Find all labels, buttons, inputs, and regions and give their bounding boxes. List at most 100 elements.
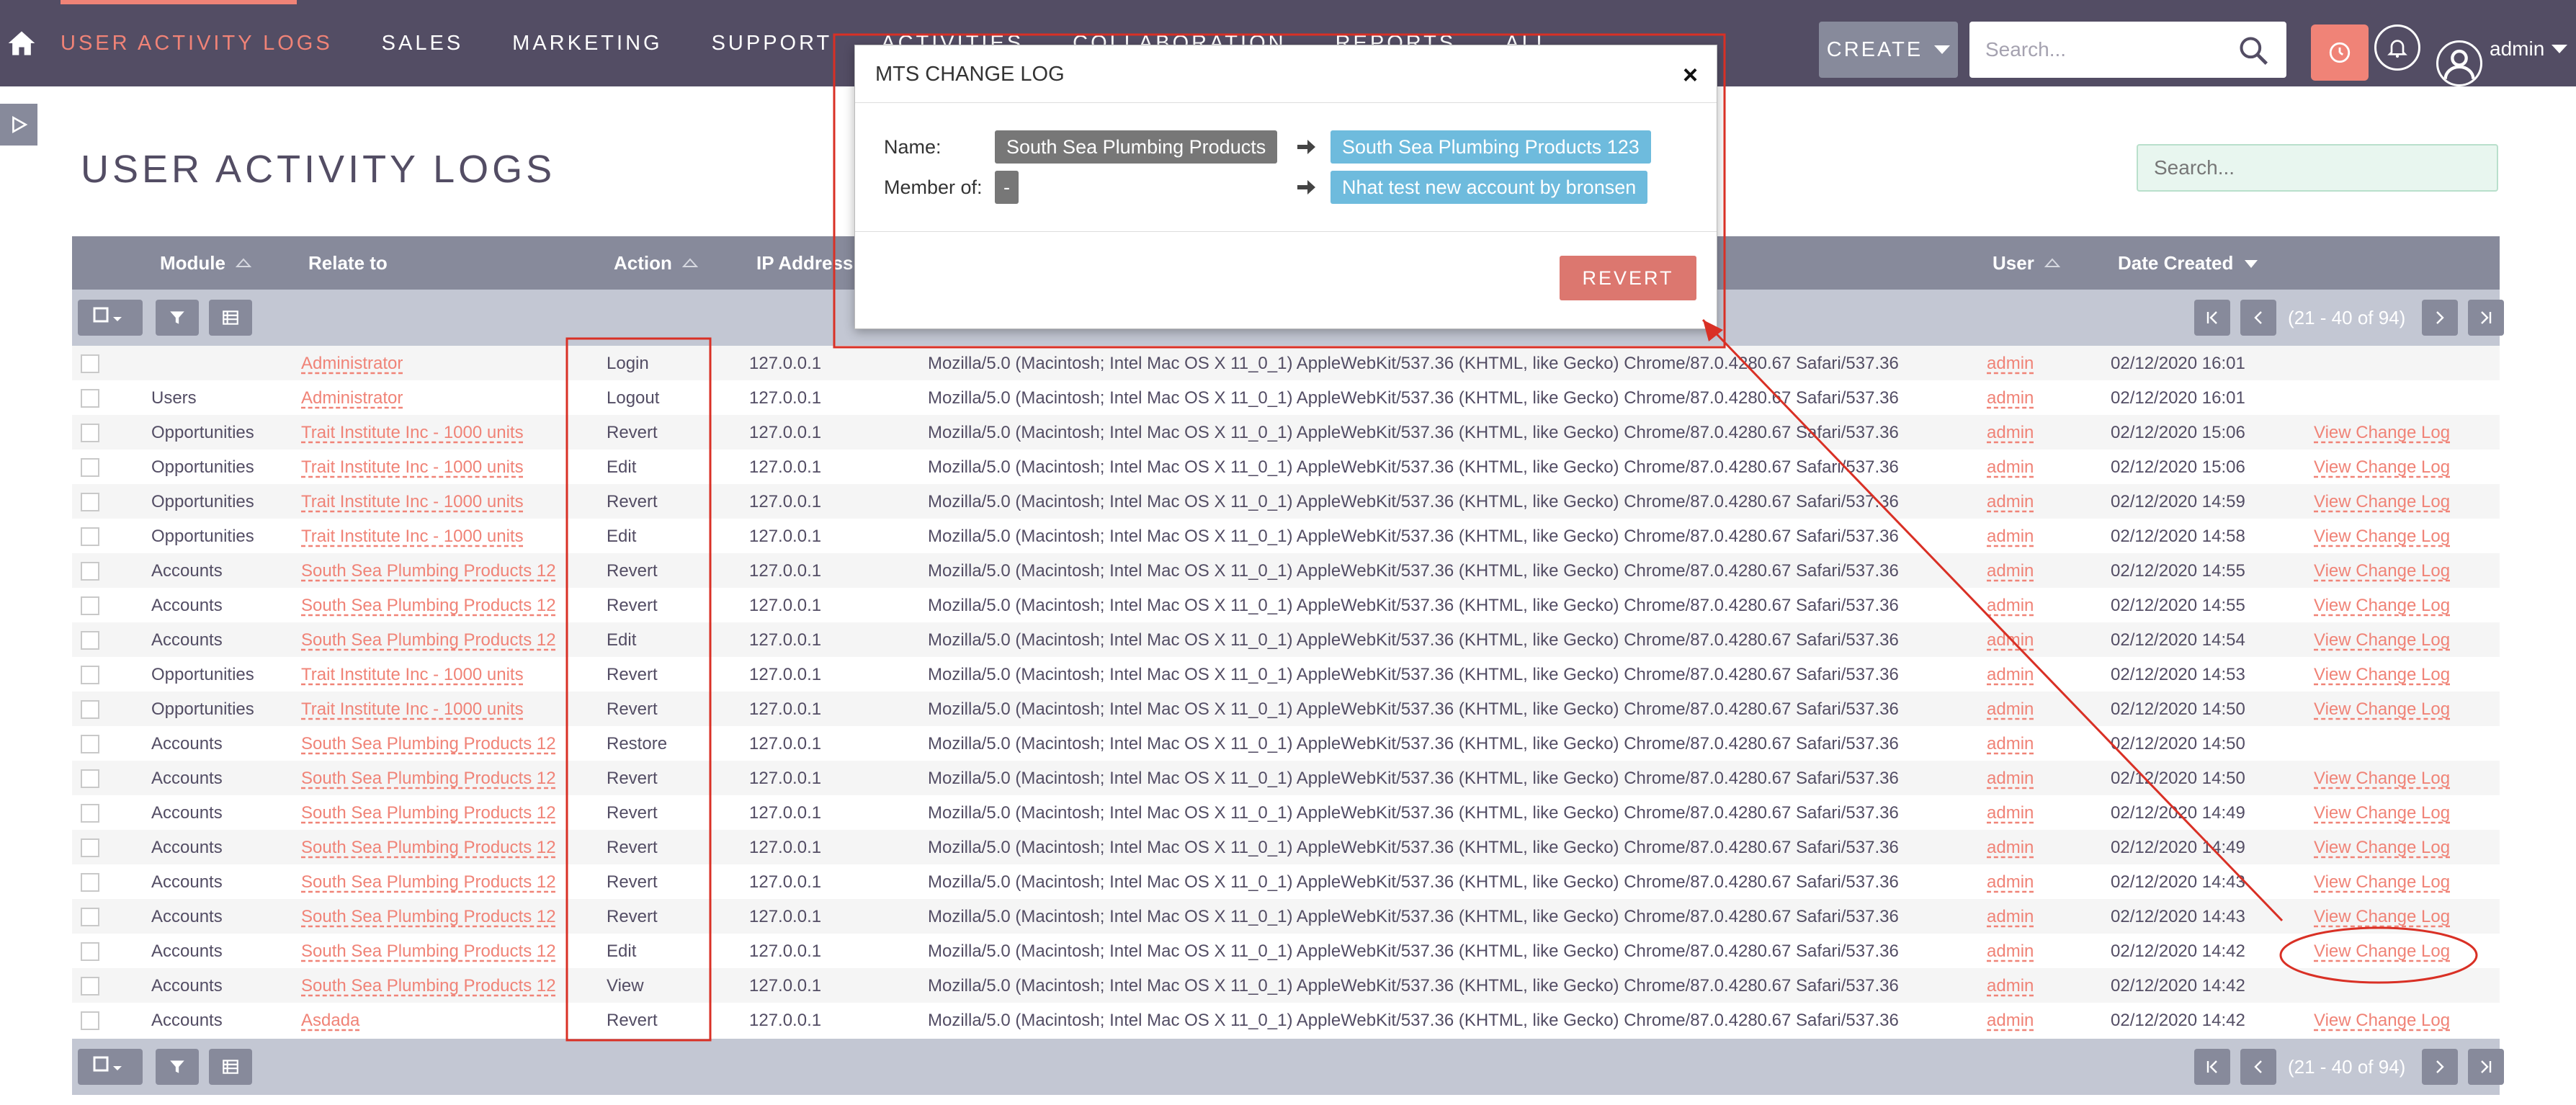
create-button[interactable]: CREATE	[1819, 22, 1958, 78]
view-change-log-link[interactable]: View Change Log	[2314, 527, 2450, 547]
cell-relate-to[interactable]: Trait Institute Inc - 1000 units	[301, 492, 524, 512]
user-menu[interactable]: admin	[2490, 37, 2568, 61]
next-page-button[interactable]	[2422, 1049, 2458, 1085]
cell-relate-to[interactable]: Trait Institute Inc - 1000 units	[301, 699, 524, 720]
view-change-log-link[interactable]: View Change Log	[2314, 596, 2450, 616]
nav-item-sales[interactable]: SALES	[382, 32, 464, 55]
cell-relate-to[interactable]: South Sea Plumbing Products 12	[301, 803, 556, 823]
first-page-button[interactable]	[2194, 300, 2230, 336]
cell-user[interactable]: admin	[1987, 423, 2034, 443]
bulk-select-button[interactable]	[78, 1049, 143, 1085]
row-checkbox[interactable]	[81, 493, 99, 511]
nav-item-marketing[interactable]: MARKETING	[512, 32, 662, 55]
cell-user[interactable]: admin	[1987, 838, 2034, 858]
cell-user[interactable]: admin	[1987, 872, 2034, 892]
view-change-log-link[interactable]: View Change Log	[2314, 838, 2450, 858]
view-change-log-link[interactable]: View Change Log	[2314, 941, 2450, 962]
row-checkbox[interactable]	[81, 631, 99, 650]
view-change-log-link[interactable]: View Change Log	[2314, 872, 2450, 892]
cell-user[interactable]: admin	[1987, 907, 2034, 927]
row-checkbox[interactable]	[81, 769, 99, 788]
next-page-button[interactable]	[2422, 300, 2458, 336]
cell-relate-to[interactable]: South Sea Plumbing Products 12	[301, 734, 556, 754]
column-header-user[interactable]: User	[1993, 252, 2060, 274]
cell-relate-to[interactable]: Trait Institute Inc - 1000 units	[301, 665, 524, 685]
row-checkbox[interactable]	[81, 458, 99, 477]
row-checkbox[interactable]	[81, 354, 99, 373]
cell-relate-to[interactable]: Administrator	[301, 388, 403, 408]
column-header-action[interactable]: Action	[614, 252, 698, 274]
cell-user[interactable]: admin	[1987, 769, 2034, 789]
cell-user[interactable]: admin	[1987, 354, 2034, 374]
cell-user[interactable]: admin	[1987, 561, 2034, 581]
row-checkbox[interactable]	[81, 873, 99, 892]
cell-relate-to[interactable]: South Sea Plumbing Products 12	[301, 596, 556, 616]
row-checkbox[interactable]	[81, 700, 99, 719]
cell-relate-to[interactable]: South Sea Plumbing Products 12	[301, 907, 556, 927]
view-change-log-link[interactable]: View Change Log	[2314, 907, 2450, 927]
user-avatar-icon[interactable]	[2436, 40, 2482, 86]
alerts-button[interactable]	[2311, 24, 2369, 81]
cell-user[interactable]: admin	[1987, 457, 2034, 478]
cell-user[interactable]: admin	[1987, 665, 2034, 685]
filter-button[interactable]	[156, 1049, 199, 1085]
cell-relate-to[interactable]: South Sea Plumbing Products 12	[301, 561, 556, 581]
column-header-ip-address[interactable]: IP Address	[756, 252, 853, 274]
cell-relate-to[interactable]: Administrator	[301, 354, 403, 374]
last-page-button[interactable]	[2468, 1049, 2504, 1085]
row-checkbox[interactable]	[81, 804, 99, 823]
row-checkbox[interactable]	[81, 942, 99, 961]
row-checkbox[interactable]	[81, 527, 99, 546]
column-header-date-created[interactable]: Date Created	[2118, 252, 2259, 274]
row-checkbox[interactable]	[81, 666, 99, 684]
cell-user[interactable]: admin	[1987, 803, 2034, 823]
cell-relate-to[interactable]: Trait Institute Inc - 1000 units	[301, 457, 524, 478]
view-change-log-link[interactable]: View Change Log	[2314, 492, 2450, 512]
cell-relate-to[interactable]: South Sea Plumbing Products 12	[301, 976, 556, 996]
nav-item-user-activity-logs[interactable]: USER ACTIVITY LOGS	[61, 32, 333, 55]
row-checkbox[interactable]	[81, 1011, 99, 1030]
filter-button[interactable]	[156, 300, 199, 336]
cell-relate-to[interactable]: South Sea Plumbing Products 12	[301, 872, 556, 892]
cell-user[interactable]: admin	[1987, 388, 2034, 408]
previous-page-button[interactable]	[2240, 1049, 2276, 1085]
row-checkbox[interactable]	[81, 977, 99, 996]
first-page-button[interactable]	[2194, 1049, 2230, 1085]
column-header-module[interactable]: Module	[160, 252, 251, 274]
column-chooser-button[interactable]	[209, 1049, 252, 1085]
sidebar-toggle-button[interactable]	[0, 104, 37, 146]
view-change-log-link[interactable]: View Change Log	[2314, 665, 2450, 685]
cell-user[interactable]: admin	[1987, 527, 2034, 547]
revert-button[interactable]: REVERT	[1560, 256, 1696, 300]
cell-user[interactable]: admin	[1987, 734, 2034, 754]
column-header-relate-to[interactable]: Relate to	[308, 252, 388, 274]
notifications-button[interactable]	[2374, 24, 2420, 71]
global-search-input[interactable]	[1969, 22, 2229, 78]
row-checkbox[interactable]	[81, 596, 99, 615]
view-change-log-link[interactable]: View Change Log	[2314, 803, 2450, 823]
close-icon[interactable]: ×	[1683, 60, 1698, 90]
cell-relate-to[interactable]: Trait Institute Inc - 1000 units	[301, 423, 524, 443]
cell-user[interactable]: admin	[1987, 596, 2034, 616]
cell-user[interactable]: admin	[1987, 1011, 2034, 1031]
row-checkbox[interactable]	[81, 735, 99, 753]
last-page-button[interactable]	[2468, 300, 2504, 336]
row-checkbox[interactable]	[81, 389, 99, 408]
cell-user[interactable]: admin	[1987, 630, 2034, 650]
column-chooser-button[interactable]	[209, 300, 252, 336]
nav-item-support[interactable]: SUPPORT	[712, 32, 833, 55]
cell-relate-to[interactable]: Trait Institute Inc - 1000 units	[301, 527, 524, 547]
previous-page-button[interactable]	[2240, 300, 2276, 336]
home-icon[interactable]	[6, 27, 37, 59]
view-change-log-link[interactable]: View Change Log	[2314, 699, 2450, 720]
cell-relate-to[interactable]: South Sea Plumbing Products 12	[301, 769, 556, 789]
cell-relate-to[interactable]: South Sea Plumbing Products 12	[301, 941, 556, 962]
view-change-log-link[interactable]: View Change Log	[2314, 630, 2450, 650]
view-change-log-link[interactable]: View Change Log	[2314, 457, 2450, 478]
cell-relate-to[interactable]: South Sea Plumbing Products 12	[301, 838, 556, 858]
cell-user[interactable]: admin	[1987, 492, 2034, 512]
view-change-log-link[interactable]: View Change Log	[2314, 1011, 2450, 1031]
cell-user[interactable]: admin	[1987, 699, 2034, 720]
row-checkbox[interactable]	[81, 424, 99, 442]
row-checkbox[interactable]	[81, 562, 99, 581]
